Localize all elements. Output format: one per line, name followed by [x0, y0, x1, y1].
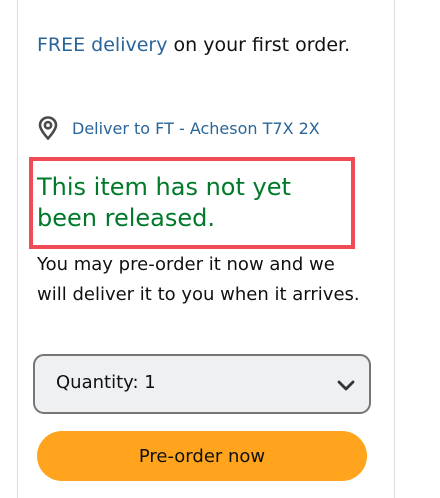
quantity-label: Quantity: 1: [56, 372, 156, 393]
deliver-to-link[interactable]: Deliver to FT - Acheson T7X 2X: [72, 119, 320, 138]
buy-box-panel: FREE delivery on your first order. Deliv…: [17, 0, 395, 498]
delivery-message: FREE delivery on your first order.: [37, 30, 367, 60]
availability-status: This item has not yet been released.: [37, 173, 291, 232]
free-delivery-link[interactable]: FREE delivery: [37, 34, 167, 56]
deliver-to-location[interactable]: Deliver to FT - Acheson T7X 2X: [37, 116, 320, 141]
quantity-value: 1: [144, 372, 156, 393]
preorder-button-label: Pre-order now: [138, 445, 266, 467]
quantity-label-text: Quantity:: [56, 372, 139, 393]
chevron-down-icon: [337, 377, 355, 391]
quantity-select[interactable]: Quantity: 1: [33, 354, 371, 414]
map-pin-icon: [37, 116, 59, 141]
preorder-note: You may pre-order it now and we will del…: [37, 254, 360, 305]
delivery-message-text: on your first order.: [167, 34, 351, 56]
preorder-button[interactable]: Pre-order now: [37, 431, 367, 481]
